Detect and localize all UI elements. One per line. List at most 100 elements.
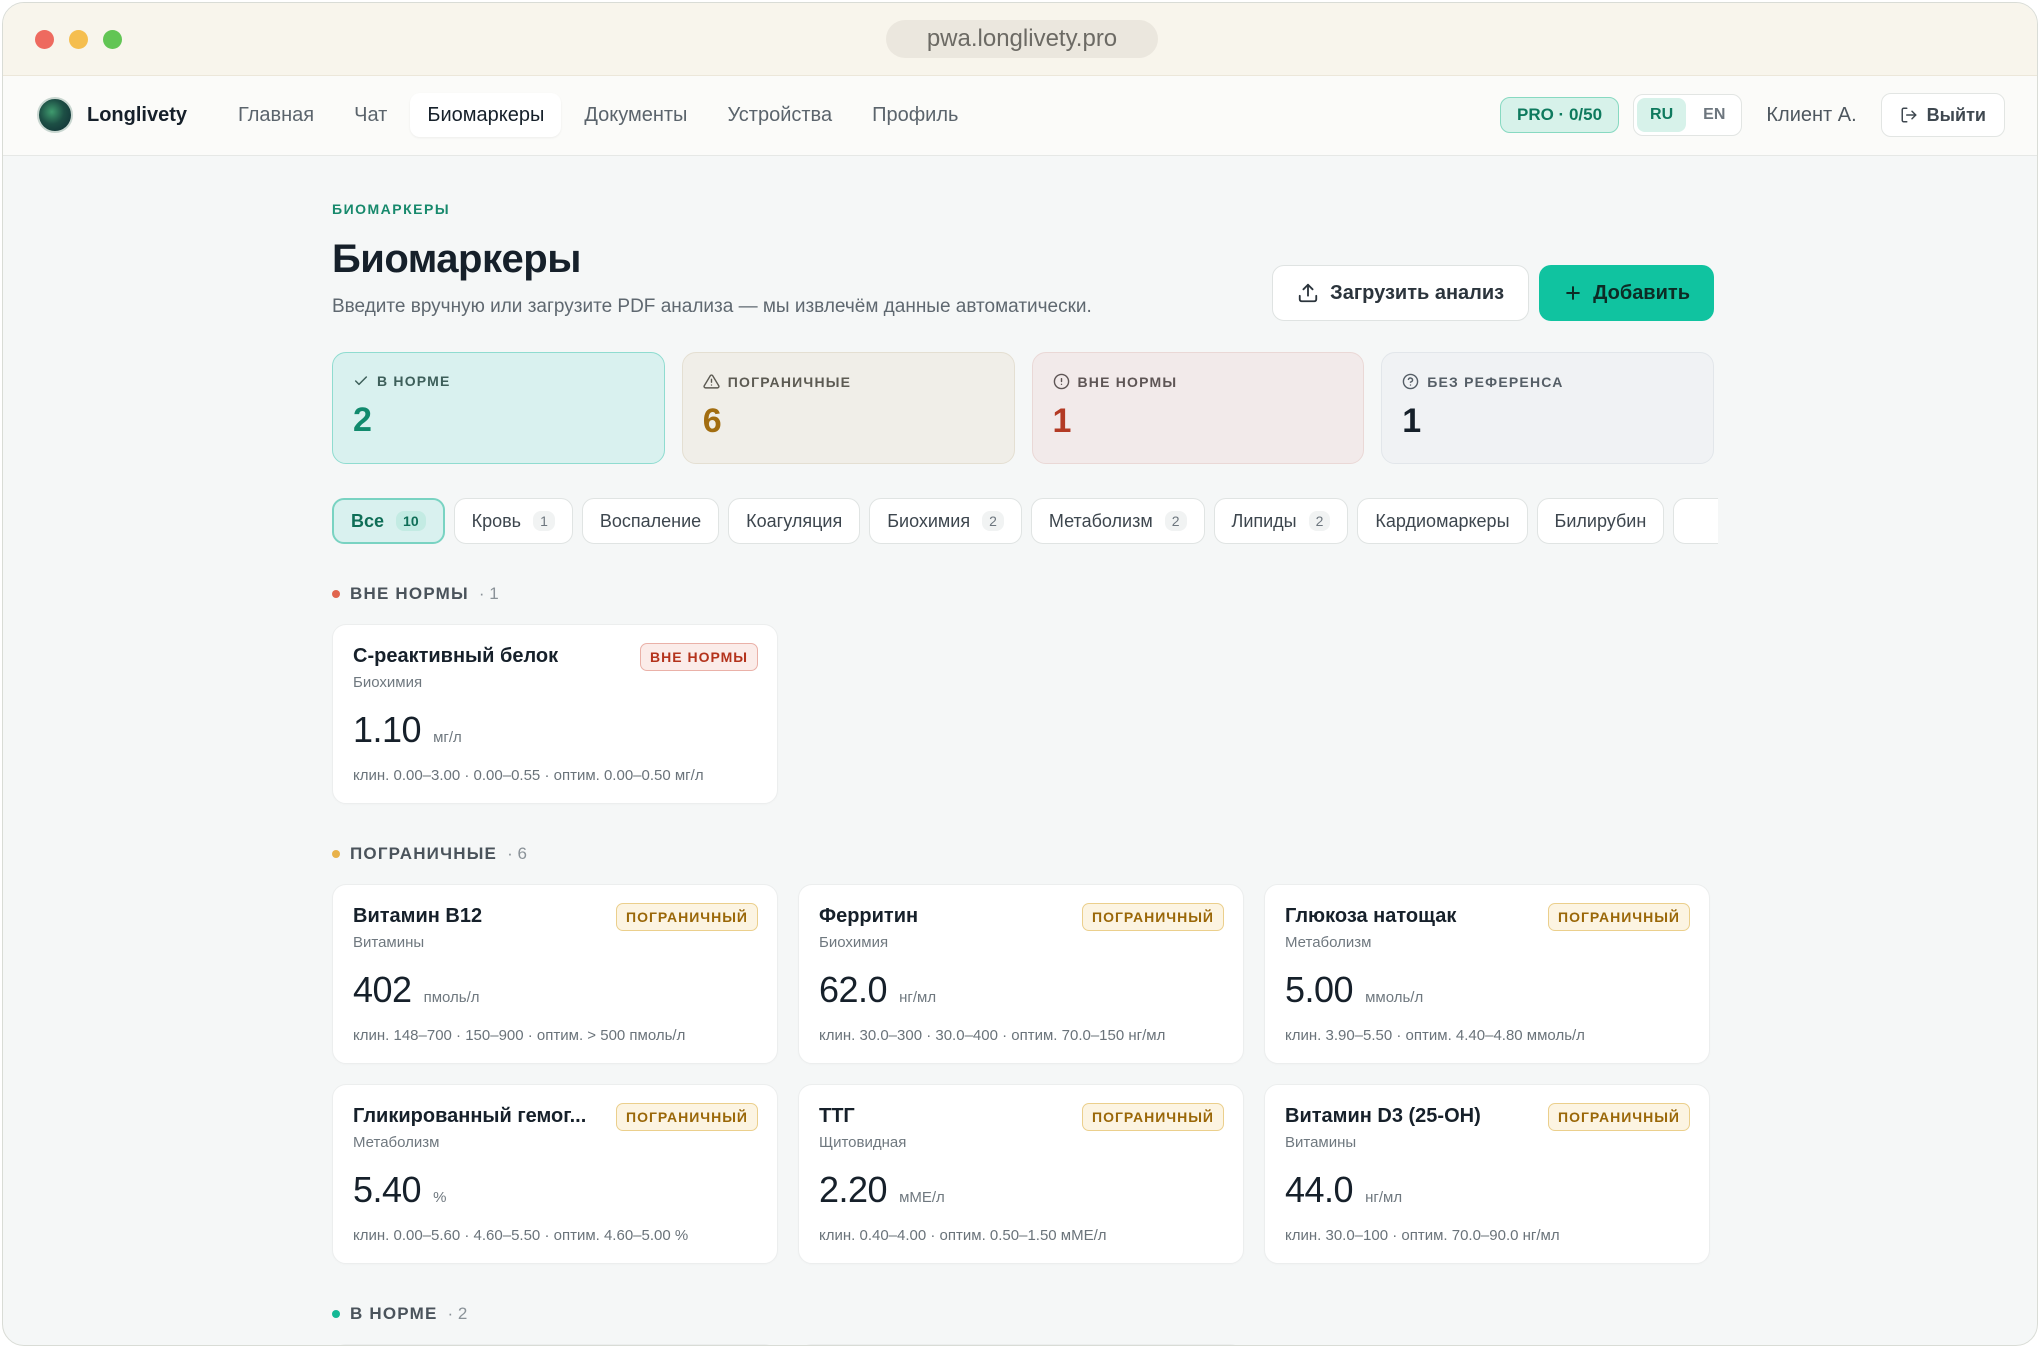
brand-name: Longlivety xyxy=(87,103,188,126)
address-bar[interactable]: pwa.longlivety.pro xyxy=(886,20,1158,58)
nav-item-chat[interactable]: Чат xyxy=(337,93,404,137)
lang-ru-button[interactable]: RU xyxy=(1637,98,1687,132)
status-dot xyxy=(332,590,340,598)
biomarker-card[interactable]: Витамин B12 Витамины ПОГРАНИЧНЫЙ 402 пмо… xyxy=(332,884,778,1064)
stat-normal-label: В НОРМЕ xyxy=(377,373,451,389)
status-badge: ПОГРАНИЧНЫЙ xyxy=(616,903,758,931)
biomarker-range: клин. 0.00–5.60 · 4.60–5.50 · оптим. 4.6… xyxy=(353,1227,689,1244)
biomarker-category: Метаболизм xyxy=(353,1134,440,1151)
biomarker-card[interactable]: ТТГ Щитовидная ПОГРАНИЧНЫЙ 2.20 мМЕ/л кл… xyxy=(798,1084,1244,1264)
filter-chip-label: Коагуляция xyxy=(746,510,843,531)
biomarker-card[interactable]: Витамин D3 (25-OH) Витамины ПОГРАНИЧНЫЙ … xyxy=(1264,1084,1710,1264)
biomarker-name: Витамин D3 (25-OH) xyxy=(1285,1105,1481,1127)
filter-chip-label: Липиды xyxy=(1231,510,1297,531)
filter-chip-coagulation[interactable]: Коагуляция xyxy=(728,498,861,544)
filter-chip-label: Воспаление xyxy=(599,510,702,531)
stat-noref-label: БЕЗ РЕФЕРЕНСА xyxy=(1427,373,1564,390)
biomarker-card[interactable]: Ферритин Биохимия ПОГРАНИЧНЫЙ 62.0 нг/мл… xyxy=(798,884,1244,1064)
stat-normal-value: 2 xyxy=(353,401,372,439)
filter-chip-overflow[interactable] xyxy=(1673,498,1718,544)
biomarker-category: Метаболизм xyxy=(1285,934,1372,951)
biomarker-value: 5.40 xyxy=(353,1169,422,1210)
nav-item-biomarkers[interactable]: Биомаркеры xyxy=(410,93,562,137)
biomarker-unit: ммоль/л xyxy=(1365,989,1424,1006)
filter-chip-inflammation[interactable]: Воспаление xyxy=(581,498,720,544)
biomarker-range: клин. 148–700 · 150–900 · оптим. > 500 п… xyxy=(353,1027,686,1044)
minimize-window-button[interactable] xyxy=(69,30,88,49)
biomarker-value: 5.00 xyxy=(1285,969,1354,1010)
lang-en-button[interactable]: EN xyxy=(1690,98,1738,132)
stat-normal[interactable]: В НОРМЕ 2 xyxy=(332,352,665,464)
page-eyebrow: БИОМАРКЕРЫ xyxy=(332,201,451,217)
browser-titlebar: pwa.longlivety.pro xyxy=(3,3,2037,76)
biomarker-unit: пмоль/л xyxy=(423,989,480,1006)
brand-logo xyxy=(37,97,73,133)
cards-normal xyxy=(332,1344,1714,1345)
filter-chip-count: 2 xyxy=(1164,511,1187,531)
user-name[interactable]: Клиент А. xyxy=(1756,104,1866,127)
section-header-normal: В НОРМЕ · 2 xyxy=(332,1304,1714,1324)
biomarker-card[interactable] xyxy=(332,1344,778,1345)
section-header-borderline: ПОГРАНИЧНЫЕ · 6 xyxy=(332,844,1714,864)
status-summary: В НОРМЕ 2 ПОГРАНИЧНЫЕ 6 ВНЕ НОРМЫ 1 БЕЗ … xyxy=(332,352,1714,464)
filter-chip-bilirubin[interactable]: Билирубин xyxy=(1536,498,1665,544)
section-count: · 2 xyxy=(447,1304,468,1323)
filter-chip-blood[interactable]: Кровь 1 xyxy=(453,498,573,544)
section-title: В НОРМЕ xyxy=(350,1304,438,1323)
nav-menu: Главная Чат Биомаркеры Документы Устройс… xyxy=(221,93,975,137)
status-badge: ПОГРАНИЧНЫЙ xyxy=(1548,903,1690,931)
biomarker-card[interactable]: Глюкоза натощак Метаболизм ПОГРАНИЧНЫЙ 5… xyxy=(1264,884,1710,1064)
brand[interactable]: Longlivety xyxy=(37,97,187,133)
header-actions: Загрузить анализ Добавить xyxy=(1272,265,1714,321)
filter-chip-label: Биохимия xyxy=(887,510,971,531)
filter-chip-all[interactable]: Все 10 xyxy=(332,498,445,544)
filter-chip-metabolism[interactable]: Метаболизм 2 xyxy=(1030,498,1205,544)
plan-badge[interactable]: PRO · 0/50 xyxy=(1500,97,1620,133)
upload-label: Загрузить анализ xyxy=(1330,281,1505,304)
filter-chip-label: Метаболизм xyxy=(1048,510,1153,531)
biomarker-card[interactable] xyxy=(798,1344,1244,1345)
biomarker-unit: нг/мл xyxy=(1365,1189,1403,1206)
check-icon xyxy=(353,373,369,389)
biomarker-unit: мг/л xyxy=(433,729,462,746)
add-biomarker-button[interactable]: Добавить xyxy=(1539,265,1714,321)
language-switcher: RU EN xyxy=(1633,94,1743,136)
biomarker-value: 62.0 xyxy=(819,969,888,1010)
section-count: · 6 xyxy=(507,844,527,863)
biomarker-value: 2.20 xyxy=(819,1169,888,1210)
biomarker-range: клин. 0.40–4.00 · оптим. 0.50–1.50 мМЕ/л xyxy=(819,1227,1107,1244)
stat-borderline-value: 6 xyxy=(702,402,722,440)
nav-item-documents[interactable]: Документы xyxy=(567,93,704,137)
biomarker-category: Биохимия xyxy=(819,934,889,951)
filter-chip-biochemistry[interactable]: Биохимия 2 xyxy=(869,498,1022,544)
nav-item-devices[interactable]: Устройства xyxy=(710,93,849,137)
upload-analysis-button[interactable]: Загрузить анализ xyxy=(1272,265,1530,321)
status-badge: ПОГРАНИЧНЫЙ xyxy=(1082,1103,1224,1131)
stat-borderline[interactable]: ПОГРАНИЧНЫЕ 6 xyxy=(681,352,1015,464)
biomarker-category: Витамины xyxy=(353,934,425,951)
maximize-window-button[interactable] xyxy=(103,30,122,49)
biomarker-category: Биохимия xyxy=(353,674,423,691)
nav-right: PRO · 0/50 RU EN Клиент А. Выйти xyxy=(1500,93,2005,137)
biomarker-unit: нг/мл xyxy=(899,989,937,1006)
logout-icon xyxy=(1900,106,1918,124)
biomarker-card[interactable]: Гликированный гемог... Метаболизм ПОГРАН… xyxy=(332,1084,778,1264)
filter-chip-lipids[interactable]: Липиды 2 xyxy=(1213,498,1349,544)
close-window-button[interactable] xyxy=(35,30,54,49)
stat-out-of-range[interactable]: ВНЕ НОРМЫ 1 xyxy=(1031,352,1365,464)
stat-borderline-label: ПОГРАНИЧНЫЕ xyxy=(727,373,852,390)
nav-item-home[interactable]: Главная xyxy=(221,93,331,137)
filter-chip-cardiomarkers[interactable]: Кардиомаркеры xyxy=(1357,498,1528,544)
biomarker-range: клин. 3.90–5.50 · оптим. 4.40–4.80 ммоль… xyxy=(1285,1027,1585,1044)
biomarker-card[interactable]: С-реактивный белок Биохимия ВНЕ НОРМЫ 1.… xyxy=(332,624,778,804)
filter-chip-label: Кардиомаркеры xyxy=(1375,510,1510,531)
logout-button[interactable]: Выйти xyxy=(1880,93,2005,137)
biomarker-category: Щитовидная xyxy=(819,1134,907,1151)
biomarker-range: клин. 0.00–3.00 · 0.00–0.55 · оптим. 0.0… xyxy=(353,767,704,784)
biomarker-name: С-реактивный белок xyxy=(353,645,559,667)
nav-item-profile[interactable]: Профиль xyxy=(855,93,975,137)
biomarker-unit: % xyxy=(433,1189,447,1206)
biomarker-name: Глюкоза натощак xyxy=(1285,905,1457,927)
plus-icon xyxy=(1563,283,1583,303)
stat-no-reference[interactable]: БЕЗ РЕФЕРЕНСА 1 xyxy=(1381,352,1714,464)
